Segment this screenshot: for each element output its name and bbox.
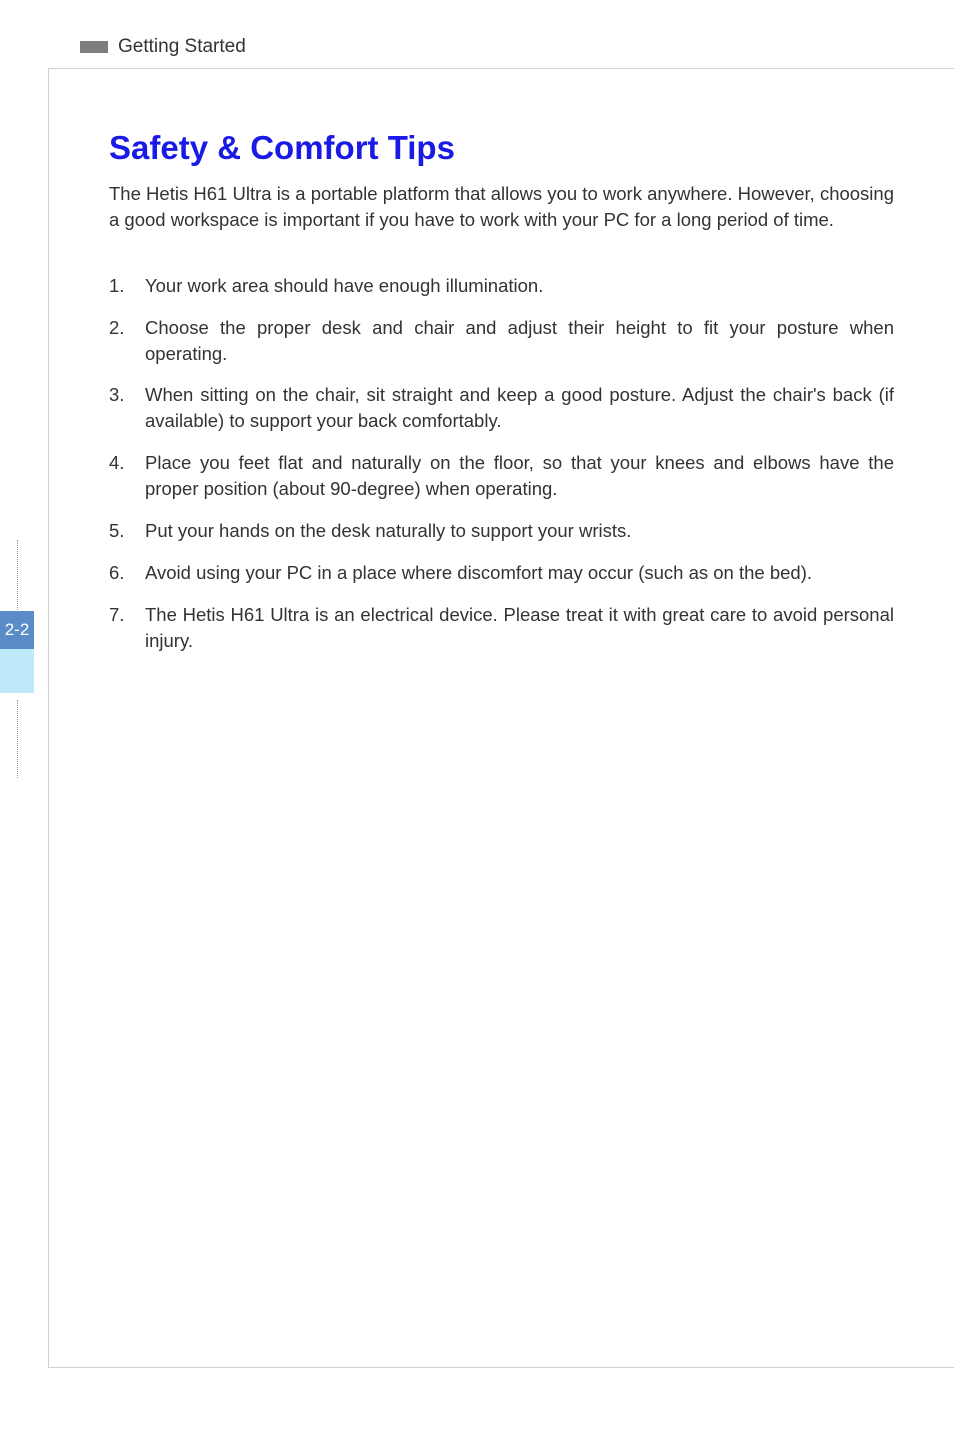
dotted-rule-bottom: [17, 700, 18, 778]
header-marker-icon: [80, 41, 108, 53]
page-title: Safety & Comfort Tips: [109, 129, 894, 167]
intro-paragraph: The Hetis H61 Ultra is a portable platfo…: [109, 181, 894, 233]
dotted-rule-top: [17, 540, 18, 610]
page-tab-accent: [0, 649, 34, 693]
content-frame: Safety & Comfort Tips The Hetis H61 Ultr…: [48, 68, 954, 1368]
header: Getting Started: [80, 36, 246, 58]
list-item: The Hetis H61 Ultra is an electrical dev…: [109, 602, 894, 654]
list-item: Avoid using your PC in a place where dis…: [109, 560, 894, 586]
list-item: Put your hands on the desk naturally to …: [109, 518, 894, 544]
tips-list: Your work area should have enough illumi…: [109, 273, 894, 654]
document-page: Getting Started 2-2 Safety & Comfort Tip…: [0, 0, 954, 1432]
list-item: Choose the proper desk and chair and adj…: [109, 315, 894, 367]
section-title: Getting Started: [118, 36, 246, 58]
list-item: Your work area should have enough illumi…: [109, 273, 894, 299]
list-item: Place you feet flat and naturally on the…: [109, 450, 894, 502]
page-number-tab: 2-2: [0, 611, 34, 649]
list-item: When sitting on the chair, sit straight …: [109, 382, 894, 434]
